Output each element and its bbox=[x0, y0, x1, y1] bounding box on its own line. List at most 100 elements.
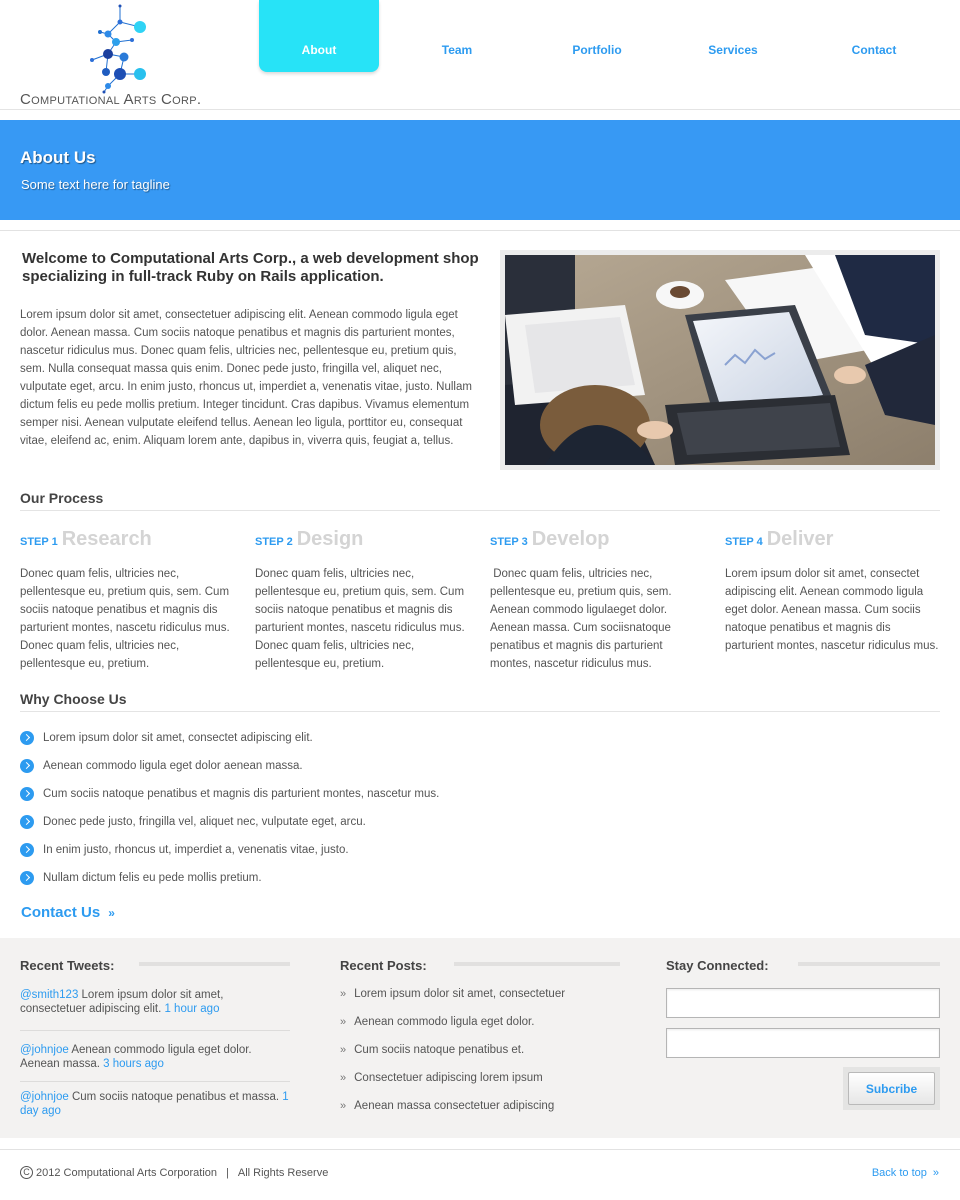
list-item-text: Donec pede justo, fringilla vel, aliquet… bbox=[43, 816, 366, 828]
connect-title: Stay Connected: bbox=[666, 958, 769, 973]
post-link[interactable]: » Aenean massa consectetuer adipiscing bbox=[340, 1098, 565, 1126]
tweets-rule bbox=[139, 962, 290, 966]
copyright-separator: | bbox=[226, 1166, 229, 1179]
process-step: STEP 2 Design Donec quam felis, ultricies… bbox=[255, 528, 470, 673]
step-label: STEP 3 bbox=[490, 536, 528, 548]
nav-services[interactable]: Services bbox=[673, 0, 793, 72]
posts-title: Recent Posts: bbox=[340, 958, 427, 973]
list-item: Cum sociis natoque penatibus et magnis d… bbox=[20, 785, 439, 813]
tweet-divider bbox=[20, 1081, 290, 1082]
process-rule bbox=[20, 510, 940, 511]
rights-text: All Rights Reserve bbox=[237, 1166, 329, 1179]
double-chevron-icon: » bbox=[340, 1100, 347, 1112]
bottom-divider bbox=[0, 1149, 960, 1150]
back-to-top-label: Back to top bbox=[871, 1167, 927, 1179]
chevron-circle-icon bbox=[20, 871, 34, 885]
subscribe-button-frame: Subcribe bbox=[843, 1067, 940, 1110]
tweet-handle[interactable]: @johnjoe bbox=[20, 1091, 69, 1103]
post-link[interactable]: » Consectetuer adipiscing lorem ipsum bbox=[340, 1070, 565, 1098]
contact-us-label: Contact Us bbox=[21, 904, 101, 921]
tweet-handle[interactable]: @smith123 bbox=[20, 989, 78, 1001]
double-chevron-icon: » bbox=[932, 1167, 939, 1179]
post-title: Aenean massa consectetuer adipiscing bbox=[354, 1100, 555, 1112]
main-nav: About Team Portfolio Services Contact bbox=[0, 0, 960, 110]
chevron-circle-icon bbox=[20, 787, 34, 801]
chevron-circle-icon bbox=[20, 843, 34, 857]
why-list: Lorem ipsum dolor sit amet, consectet ad… bbox=[20, 729, 439, 897]
list-item-text: Cum sociis natoque penatibus et magnis d… bbox=[43, 788, 440, 800]
tweet-time: 3 hours ago bbox=[103, 1058, 164, 1070]
tweet-item: @smith123 Lorem ipsum dolor sit amet, co… bbox=[20, 988, 290, 1016]
double-chevron-icon: » bbox=[108, 906, 115, 920]
step-text: Donec quam felis, ultricies nec, pellent… bbox=[20, 568, 230, 670]
tweets-title: Recent Tweets: bbox=[20, 958, 115, 973]
post-title: Consectetuer adipiscing lorem ipsum bbox=[354, 1072, 543, 1084]
site-header: Computational Arts Corp. About Team Port… bbox=[0, 0, 960, 110]
step-text: Donec quam felis, ultricies nec, pellent… bbox=[255, 568, 465, 670]
double-chevron-icon: » bbox=[340, 988, 347, 1000]
process-step: STEP 4 Deliver Lorem ipsum dolor sit amet… bbox=[725, 528, 940, 655]
connect-rule bbox=[798, 962, 940, 966]
office-meeting-photo bbox=[505, 255, 935, 465]
double-chevron-icon: » bbox=[340, 1072, 347, 1084]
list-item: Donec pede justo, fringilla vel, aliquet… bbox=[20, 813, 439, 841]
copyright-text: 2012 Computational Arts Corporation bbox=[36, 1166, 217, 1179]
tweet-divider bbox=[20, 1030, 290, 1031]
tweet-item: @johnjoe Cum sociis natoque penatibus et… bbox=[20, 1090, 290, 1118]
tweet-handle[interactable]: @johnjoe bbox=[20, 1044, 69, 1056]
step-label: STEP 4 bbox=[725, 536, 763, 548]
page-banner: About Us Some text here for tagline bbox=[0, 120, 960, 220]
tweet-time: 1 hour ago bbox=[164, 1003, 220, 1015]
post-title: Cum sociis natoque penatibus et. bbox=[354, 1044, 525, 1056]
step-label: STEP 1 bbox=[20, 536, 58, 548]
list-item: In enim justo, rhoncus ut, imperdiet a, … bbox=[20, 841, 439, 869]
step-text: Donec quam felis, ultricies nec, pellent… bbox=[490, 568, 675, 670]
post-title: Aenean commodo ligula eget dolor. bbox=[354, 1016, 535, 1028]
recent-posts-list: » Lorem ipsum dolor sit amet, consectetue… bbox=[340, 986, 565, 1126]
process-title: Our Process bbox=[20, 490, 104, 506]
subscribe-button[interactable]: Subcribe bbox=[848, 1072, 935, 1105]
copyright-icon: C bbox=[20, 1166, 33, 1179]
chevron-circle-icon bbox=[20, 759, 34, 773]
list-item: Aenean commodo ligula eget dolor aenean … bbox=[20, 757, 439, 785]
double-chevron-icon: » bbox=[340, 1016, 347, 1028]
welcome-title: Welcome to Computational Arts Corp., a w… bbox=[22, 250, 479, 285]
copyright: C 2012 Computational Arts Corporation | … bbox=[20, 1166, 328, 1179]
post-link[interactable]: » Cum sociis natoque penatibus et. bbox=[340, 1042, 565, 1070]
step-name: Develop bbox=[531, 528, 610, 550]
back-to-top-link[interactable]: Back to top » bbox=[871, 1167, 939, 1179]
welcome-text: Lorem ipsum dolor sit amet, consectetuer… bbox=[20, 309, 472, 447]
double-chevron-icon: » bbox=[340, 1044, 347, 1056]
nav-about[interactable]: About bbox=[259, 0, 379, 72]
process-step: STEP 1 Research Donec quam felis, ultrici… bbox=[20, 528, 235, 673]
why-rule bbox=[20, 711, 940, 712]
tweet-item: @johnjoe Aenean commodo ligula eget dolo… bbox=[20, 1043, 290, 1071]
step-label: STEP 2 bbox=[255, 536, 293, 548]
post-link[interactable]: » Lorem ipsum dolor sit amet, consectetue… bbox=[340, 986, 565, 1014]
nav-portfolio[interactable]: Portfolio bbox=[537, 0, 657, 72]
chevron-circle-icon bbox=[20, 815, 34, 829]
contact-us-link[interactable]: Contact Us » bbox=[21, 904, 115, 921]
post-link[interactable]: » Aenean commodo ligula eget dolor. bbox=[340, 1014, 565, 1042]
nav-team[interactable]: Team bbox=[397, 0, 517, 72]
step-text: Lorem ipsum dolor sit amet, consectet ad… bbox=[725, 568, 939, 652]
office-photo-frame bbox=[500, 250, 940, 470]
list-item-text: Lorem ipsum dolor sit amet, consectet ad… bbox=[43, 732, 313, 744]
page-title: About Us bbox=[20, 148, 96, 167]
list-item-text: Nullam dictum felis eu pede mollis preti… bbox=[43, 872, 262, 884]
email-field[interactable] bbox=[666, 1028, 940, 1058]
name-field[interactable] bbox=[666, 988, 940, 1018]
process-step: STEP 3 Develop Donec quam felis, ultricie… bbox=[490, 528, 705, 673]
tweet-text: Cum sociis natoque penatibus et massa. bbox=[68, 1091, 283, 1103]
post-title: Lorem ipsum dolor sit amet, consectetuer bbox=[354, 988, 566, 1000]
why-title: Why Choose Us bbox=[20, 691, 127, 707]
step-name: Deliver bbox=[766, 528, 834, 550]
list-item-text: Aenean commodo ligula eget dolor aenean … bbox=[43, 760, 303, 772]
posts-rule bbox=[454, 962, 620, 966]
list-item: Lorem ipsum dolor sit amet, consectet ad… bbox=[20, 729, 439, 757]
chevron-circle-icon bbox=[20, 731, 34, 745]
step-name: Research bbox=[61, 528, 152, 550]
nav-contact[interactable]: Contact bbox=[814, 0, 934, 72]
list-item: Nullam dictum felis eu pede mollis preti… bbox=[20, 869, 439, 897]
list-item-text: In enim justo, rhoncus ut, imperdiet a, … bbox=[43, 844, 349, 856]
